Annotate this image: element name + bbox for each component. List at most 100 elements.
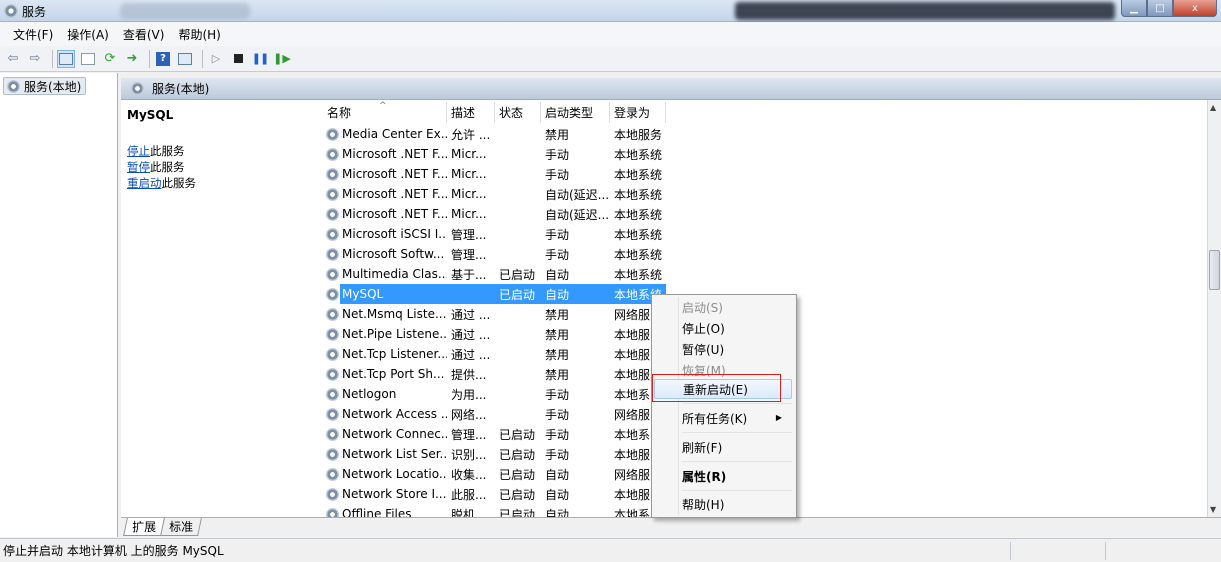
service-gear-icon	[326, 487, 339, 501]
table-row[interactable]: Network List Ser... 识别... 已启动 手动 本地服	[323, 444, 666, 464]
table-row[interactable]: Network Store I... 此服... 已启动 自动 本地服	[323, 484, 666, 504]
scroll-down-icon[interactable]: ▼	[1210, 505, 1216, 514]
properties-pane-icon[interactable]	[79, 50, 97, 68]
table-row[interactable]: Net.Msmq Liste... 通过 ... 禁用 网络服	[323, 304, 666, 324]
service-description-cell: Micr...	[451, 187, 487, 201]
service-name-text: Multimedia Clas...	[342, 267, 447, 281]
scroll-up-icon[interactable]: ▲	[1210, 103, 1216, 112]
service-name-text: Net.Tcp Listener...	[342, 347, 447, 361]
table-row[interactable]: Network Connec... 管理... 已启动 手动 本地系	[323, 424, 666, 444]
table-row[interactable]: Multimedia Clas... 基于... 已启动 自动 本地系统	[323, 264, 666, 284]
service-startup-type-cell: 自动	[545, 487, 570, 502]
service-name-cell: Network Connec...	[323, 427, 447, 441]
table-row[interactable]: Media Center Ex... 允许 ... 禁用 本地服务	[323, 124, 666, 144]
console-tree-icon[interactable]	[57, 49, 75, 68]
table-row[interactable]: Net.Pipe Listene... 通过 ... 禁用 本地服	[323, 324, 666, 344]
column-header-startup-type[interactable]: 启动类型	[541, 102, 610, 123]
table-row[interactable]: Net.Tcp Port Sh... 提供... 禁用 本地服	[323, 364, 666, 384]
table-row[interactable]: Microsoft .NET F... Micr... 自动(延迟... 本地系统	[323, 204, 666, 224]
service-status-cell: 已启动	[499, 447, 536, 462]
scroll-thumb[interactable]	[1209, 250, 1220, 290]
pause-service-link[interactable]: 暂停	[127, 160, 150, 174]
stop-action-line: 停止此服务	[127, 143, 185, 159]
service-gear-icon	[326, 227, 339, 241]
table-row[interactable]: Microsoft iSCSI I... 管理... 手动 本地系统	[323, 224, 666, 244]
table-row[interactable]: Network Access ... 网络... 手动 网络服	[323, 404, 666, 424]
table-row[interactable]: Offline Files 脱机... 已启动 自动 本地系	[323, 504, 666, 517]
panel-header: 服务(本地)	[121, 78, 1221, 100]
menu-separator	[682, 461, 792, 462]
vertical-scrollbar[interactable]: ▲ ▼	[1207, 100, 1221, 517]
start-service-icon[interactable]: ▷	[207, 50, 225, 68]
service-gear-icon	[326, 127, 339, 141]
minimize-button[interactable]: ▁	[1121, 0, 1147, 17]
toolbar: ⇦ ⇨ ⟳ ➜ ? ▷ ❚❚ ❚▶	[0, 46, 1221, 72]
table-row[interactable]: Netlogon 为用... 手动 本地系	[323, 384, 666, 404]
stop-service-icon[interactable]	[229, 50, 247, 68]
table-row[interactable]: Microsoft Softw... 管理... 手动 本地系统	[323, 244, 666, 264]
menu-item-stop[interactable]: 停止(O)	[682, 318, 792, 338]
console-tree: 服务(本地)	[0, 73, 118, 537]
forward-arrow-icon[interactable]: ⇨	[26, 50, 44, 68]
menu-item-help[interactable]: 帮助(H)	[682, 494, 792, 514]
help-icon[interactable]: ?	[154, 50, 172, 68]
restart-service-link[interactable]: 重启动	[127, 176, 162, 190]
highlight-annotation-box	[652, 374, 781, 402]
table-row[interactable]: Net.Tcp Listener... 通过 ... 禁用 本地服	[323, 344, 666, 364]
refresh-icon[interactable]: ⟳	[101, 50, 119, 68]
pause-service-icon[interactable]: ❚❚	[251, 50, 269, 68]
service-name-text: Network List Ser...	[342, 447, 447, 461]
tab-extended[interactable]: 扩展	[123, 518, 165, 536]
service-gear-icon	[326, 327, 339, 341]
service-logon-cell: 本地系统	[614, 247, 663, 262]
pause-action-line: 暂停此服务	[127, 159, 185, 175]
service-description-cell: 此服...	[451, 487, 487, 502]
service-status-cell: 已启动	[499, 287, 536, 302]
service-name-text: Net.Msmq Liste...	[342, 307, 447, 321]
service-description-cell: 管理...	[451, 247, 487, 262]
table-row[interactable]: Microsoft .NET F... Micr... 手动 本地系统	[323, 144, 666, 164]
close-button[interactable]: x	[1173, 0, 1217, 17]
menu-action[interactable]: 操作(A)	[60, 26, 116, 43]
table-row[interactable]: Microsoft .NET F... Micr... 自动(延迟... 本地系统	[323, 184, 666, 204]
menu-item-properties[interactable]: 属性(R)	[682, 466, 792, 486]
table-row[interactable]: Microsoft .NET F... Micr... 手动 本地系统	[323, 164, 666, 184]
toolbar-separator	[52, 49, 53, 68]
menu-item-pause[interactable]: 暂停(U)	[682, 339, 792, 359]
title-bar: 服务 ▁ □ x	[0, 0, 1221, 22]
service-logon-cell: 本地系统	[614, 167, 663, 182]
table-row[interactable]: MySQL 已启动 自动 本地系统	[323, 284, 666, 304]
menu-separator	[682, 403, 792, 404]
services-app-icon	[4, 4, 18, 18]
service-startup-type-cell: 禁用	[545, 347, 570, 362]
show-hide-icon[interactable]	[176, 50, 194, 68]
resume-service-icon[interactable]: ❚▶	[273, 50, 291, 68]
menu-item-all-tasks[interactable]: 所有任务(K) ▶	[682, 408, 792, 428]
service-name-text: Net.Pipe Listene...	[342, 327, 447, 341]
context-menu: 启动(S) 停止(O) 暂停(U) 恢复(M) 重新启动(E) 所有任务(K) …	[651, 294, 797, 518]
service-description-cell: 收集...	[451, 467, 487, 482]
menu-item-start[interactable]: 启动(S)	[682, 297, 792, 317]
column-header-status[interactable]: 状态	[495, 102, 541, 123]
menu-help[interactable]: 帮助(H)	[171, 26, 227, 43]
service-logon-cell: 本地系统	[614, 227, 663, 242]
column-header-logon-as[interactable]: 登录为	[610, 102, 666, 123]
export-list-icon[interactable]: ➜	[123, 50, 141, 68]
table-row[interactable]: Network Locatio... 收集... 已启动 自动 网络服	[323, 464, 666, 484]
menu-file[interactable]: 文件(F)	[6, 26, 60, 43]
service-name-text: Microsoft .NET F...	[342, 187, 447, 201]
service-startup-type-cell: 禁用	[545, 327, 570, 342]
service-startup-type-cell: 自动	[545, 287, 570, 302]
pause-suffix: 此服务	[150, 160, 185, 174]
service-gear-icon	[326, 507, 339, 517]
maximize-button[interactable]: □	[1147, 0, 1173, 17]
menu-item-refresh[interactable]: 刷新(F)	[682, 437, 792, 457]
stop-service-link[interactable]: 停止	[127, 144, 150, 158]
menu-view[interactable]: 查看(V)	[116, 26, 172, 43]
tree-item-services-local[interactable]: 服务(本地)	[3, 77, 87, 95]
column-header-description[interactable]: 描述	[447, 102, 495, 123]
tab-standard[interactable]: 标准	[160, 518, 202, 536]
back-arrow-icon[interactable]: ⇦	[4, 50, 22, 68]
column-header-name[interactable]: 名称 ^	[323, 101, 447, 123]
service-gear-icon	[326, 447, 339, 461]
